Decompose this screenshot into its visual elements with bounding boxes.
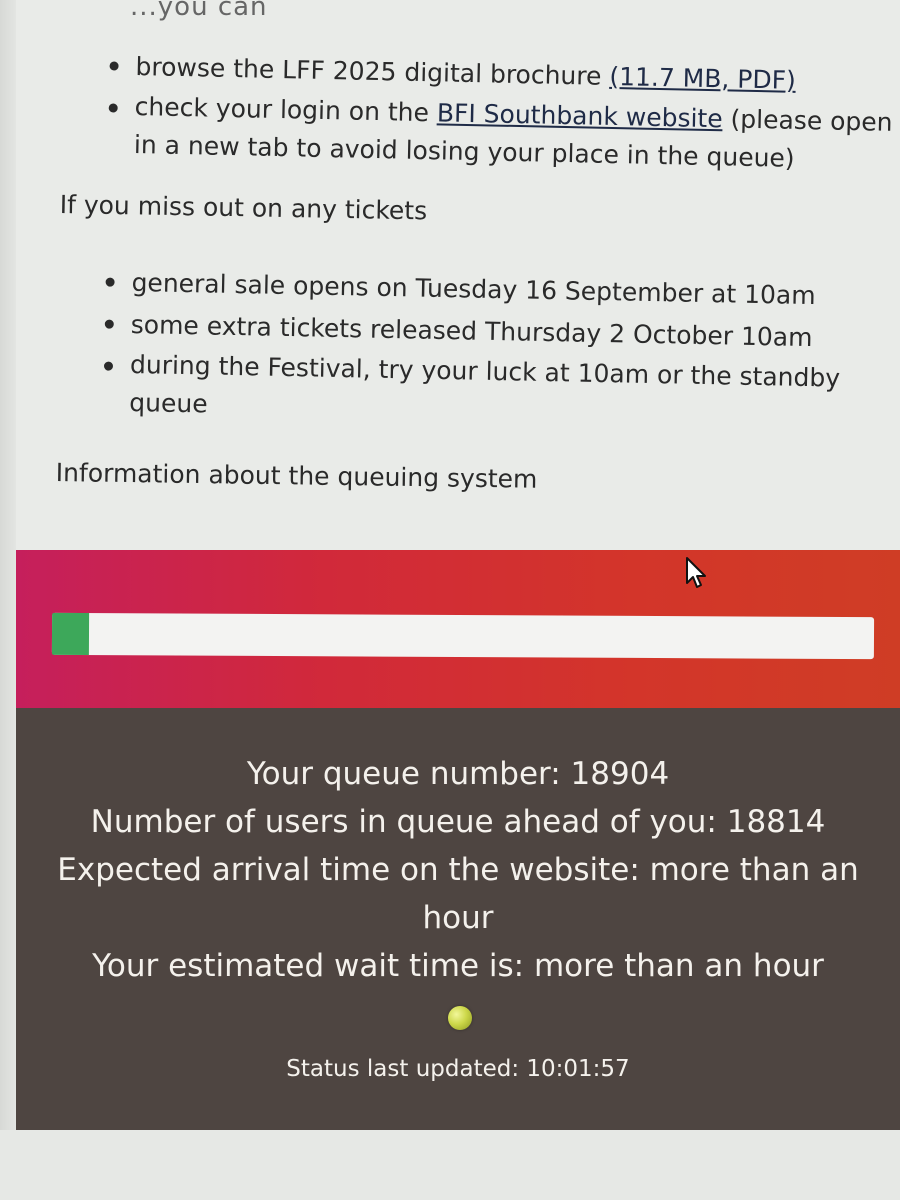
estimated-wait-time: Your estimated wait time is: more than a…	[92, 948, 824, 984]
cut-off-text: ...you can	[130, 0, 268, 22]
list-item-text: (please open	[722, 104, 893, 137]
status-last-updated: Status last updated: 10:01:57	[286, 1056, 630, 1082]
queuing-info-heading: Information about the queuing system	[55, 458, 538, 494]
options-list: browse the LFF 2025 digital brochure (11…	[134, 46, 896, 180]
queue-progress-fill	[51, 612, 90, 656]
page: ...you can browse the LFF 2025 digital b…	[0, 0, 900, 1200]
expected-arrival-time-cont: hour	[422, 900, 494, 936]
screen-bezel-edge	[0, 0, 16, 1200]
list-item-text: check your login on the	[134, 91, 438, 128]
missed-tickets-heading: If you miss out on any tickets	[59, 190, 428, 226]
status-indicator-icon	[448, 1006, 472, 1030]
list-item-login: check your login on the BFI Southbank we…	[134, 88, 895, 180]
missed-tickets-list: general sale opens on Tuesday 16 Septemb…	[129, 262, 852, 436]
mouse-cursor-icon	[686, 557, 706, 588]
users-ahead: Number of users in queue ahead of you: 1…	[90, 804, 826, 840]
queue-status-box: Your queue number: 18904 Number of users…	[16, 708, 900, 1130]
queue-status-lines: Your queue number: 18904 Number of users…	[16, 750, 900, 990]
page-bottom-area	[0, 1130, 900, 1200]
queue-number: Your queue number: 18904	[246, 756, 670, 792]
list-item-text: general sale opens on Tuesday 16 Septemb…	[131, 267, 816, 311]
expected-arrival-time: Expected arrival time on the website: mo…	[57, 852, 859, 888]
queue-progress-bar	[51, 612, 875, 660]
queue-progress-header	[16, 550, 900, 714]
list-item-during-festival: during the Festival, try your luck at 10…	[129, 346, 850, 436]
brochure-pdf-link[interactable]: (11.7 MB, PDF)	[609, 62, 796, 95]
list-item-text: some extra tickets released Thursday 2 O…	[130, 309, 813, 353]
bfi-southbank-website-link[interactable]: BFI Southbank website	[437, 98, 723, 133]
list-item-text: browse the LFF 2025 digital brochure	[135, 51, 610, 91]
queue-panel: Your queue number: 18904 Number of users…	[16, 550, 900, 1130]
